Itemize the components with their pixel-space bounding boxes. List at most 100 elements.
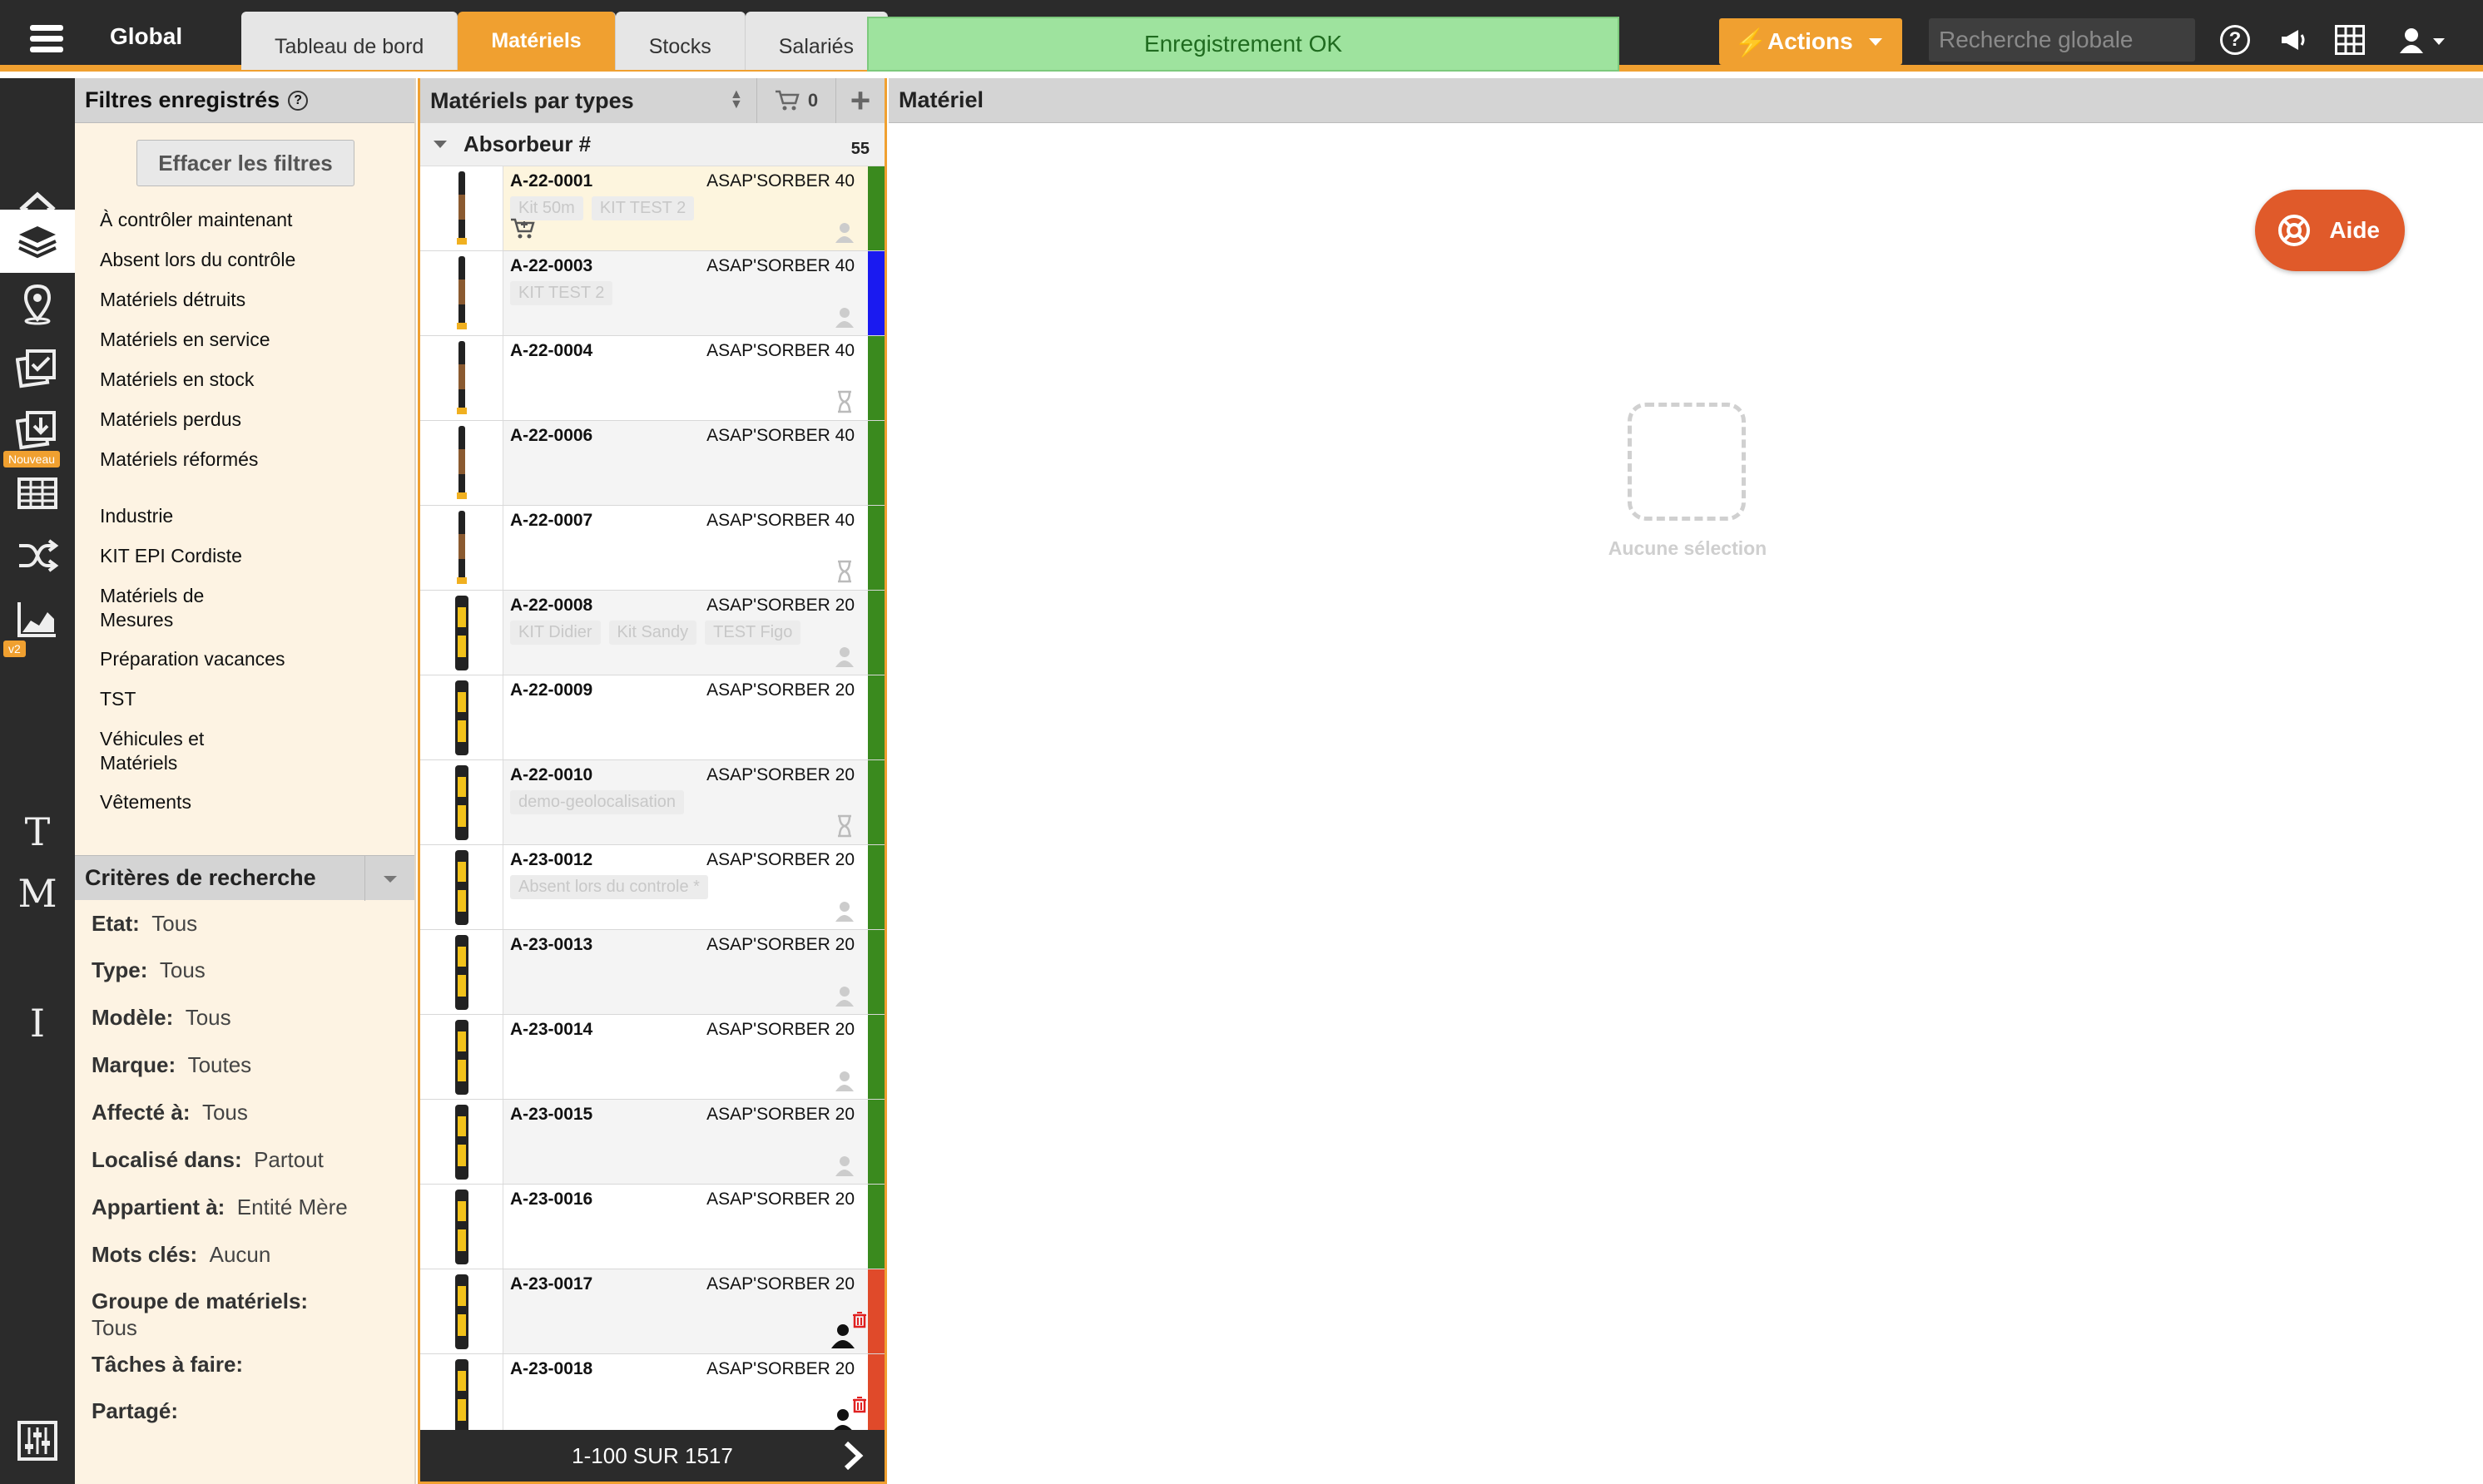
tab-stocks[interactable]: Stocks	[615, 12, 746, 70]
tag[interactable]: TEST Figo	[705, 621, 801, 645]
nav-letter-m[interactable]: M	[0, 862, 75, 925]
equipment-code: A-22-0003	[510, 256, 593, 275]
filter-link[interactable]: KIT EPI Cordiste	[100, 544, 242, 568]
hamburger-menu-icon[interactable]	[30, 25, 63, 53]
tag[interactable]: Kit Sandy	[608, 621, 697, 645]
nav-shuffle-icon[interactable]	[0, 524, 75, 587]
help-button[interactable]: Aide	[2255, 190, 2405, 271]
tag[interactable]: KIT TEST 2	[510, 281, 613, 305]
filter-link[interactable]: Vêtements	[100, 790, 191, 814]
filter-link[interactable]: Véhicules et Matériels	[100, 727, 266, 775]
search-criteria-header[interactable]: Critères de recherche	[75, 855, 414, 901]
criteria-label: Tâches à faire:	[92, 1352, 244, 1377]
table-row[interactable]: A-23-0013 ASAP'SORBER 20	[420, 930, 885, 1015]
nav-table-icon[interactable]	[0, 461, 75, 524]
criteria-item[interactable]: Partagé:	[92, 1397, 399, 1424]
equipment-code: A-22-0007	[510, 511, 593, 530]
criteria-item[interactable]: Affecté à: Tous	[92, 1099, 399, 1125]
chevron-down-icon[interactable]	[364, 856, 414, 901]
success-toast: Enregistrement OK	[867, 17, 1619, 72]
nav-checklist-icon[interactable]	[0, 336, 75, 399]
tag[interactable]: Kit 50m	[510, 196, 583, 220]
nav-letter-i[interactable]: I	[0, 992, 75, 1055]
table-row[interactable]: A-23-0012 ASAP'SORBER 20 Absent lors du co…	[420, 845, 885, 930]
collapse-triangle-icon[interactable]	[434, 141, 447, 148]
criteria-item[interactable]: Mots clés: Aucun	[92, 1241, 399, 1268]
filter-link[interactable]: Matériels réformés	[100, 448, 258, 472]
criteria-item[interactable]: Type: Tous	[92, 957, 399, 983]
table-row[interactable]: A-22-0004 ASAP'SORBER 40	[420, 336, 885, 421]
table-row[interactable]: A-22-0001 ASAP'SORBER 40 Kit 50m KIT TEST 2	[420, 166, 885, 251]
status-color-bar	[868, 1185, 885, 1269]
tag[interactable]: demo-geolocalisation	[510, 790, 685, 814]
filter-link[interactable]: Matériels perdus	[100, 408, 241, 432]
group-row[interactable]: Absorbeur # 55	[420, 123, 885, 166]
nav-letter-t[interactable]: T	[0, 800, 75, 863]
criteria-item[interactable]: Tâches à faire:	[92, 1351, 399, 1378]
criteria-item[interactable]: Modèle: Tous	[92, 1004, 399, 1031]
filter-link[interactable]: À contrôler maintenant	[100, 208, 292, 232]
table-row[interactable]: A-23-0017 ASAP'SORBER 20	[420, 1269, 885, 1354]
table-row[interactable]: A-22-0010 ASAP'SORBER 20 demo-geolocalisat…	[420, 760, 885, 845]
filter-link[interactable]: Matériels en service	[100, 328, 270, 352]
chevron-right-icon[interactable]	[841, 1442, 866, 1470]
user-icon[interactable]	[2396, 25, 2426, 55]
nav-layers-icon[interactable]	[0, 210, 75, 273]
filter-link[interactable]: Matériels détruits	[100, 288, 245, 312]
equipment-thumbnail	[420, 1015, 503, 1099]
criteria-label: Marque:	[92, 1052, 176, 1077]
tag[interactable]: KIT Didier	[510, 621, 601, 645]
table-row[interactable]: A-22-0008 ASAP'SORBER 20 KIT Didier Kit San…	[420, 591, 885, 675]
equipment-code: A-22-0004	[510, 341, 593, 360]
filter-link[interactable]: Préparation vacances	[100, 647, 285, 671]
status-color-bar	[868, 1354, 885, 1438]
cart-add-icon[interactable]	[510, 218, 535, 240]
equipment-code: A-22-0006	[510, 426, 593, 445]
status-color-bar	[868, 506, 885, 590]
equipment-thumbnail	[420, 1269, 503, 1353]
table-row[interactable]: A-22-0007 ASAP'SORBER 40	[420, 506, 885, 591]
equipment-code: A-22-0010	[510, 765, 593, 784]
table-row[interactable]: A-23-0018 ASAP'SORBER 20	[420, 1354, 885, 1439]
tab-tableau-de-bord[interactable]: Tableau de bord	[241, 12, 458, 70]
tag[interactable]: KIT TEST 2	[591, 196, 695, 220]
actions-button[interactable]: ⚡ Actions	[1719, 18, 1902, 65]
criteria-label: Affecté à:	[92, 1100, 191, 1125]
calculator-icon[interactable]	[2335, 25, 2365, 55]
table-row[interactable]: A-22-0003 ASAP'SORBER 40 KIT TEST 2	[420, 251, 885, 336]
criteria-item[interactable]: Appartient à: Entité Mère	[92, 1194, 399, 1220]
tab-materiels[interactable]: Matériels	[458, 12, 616, 70]
app-title: Global	[110, 23, 183, 49]
help-icon[interactable]: ?	[288, 90, 309, 111]
table-row[interactable]: A-23-0014 ASAP'SORBER 20	[420, 1015, 885, 1100]
table-row[interactable]: A-22-0006 ASAP'SORBER 40	[420, 421, 885, 506]
filter-link[interactable]: Industrie	[100, 504, 173, 528]
criteria-value: Partout	[254, 1147, 324, 1172]
add-button[interactable]: +	[836, 78, 885, 123]
table-row[interactable]: A-22-0009 ASAP'SORBER 20	[420, 675, 885, 760]
nav-settings-sliders-icon[interactable]	[0, 1409, 75, 1472]
filter-link[interactable]: Absent lors du contrôle	[100, 248, 295, 272]
help-icon[interactable]: ?	[2220, 25, 2250, 55]
criteria-label: Etat:	[92, 911, 140, 936]
tag[interactable]: Absent lors du controle *	[510, 875, 708, 899]
megaphone-icon[interactable]	[2278, 25, 2308, 55]
user-menu-chevron-icon[interactable]	[2433, 38, 2445, 45]
sort-icon[interactable]: ▲ ▼	[730, 88, 743, 111]
criteria-item[interactable]: Groupe de matériels: Tous	[92, 1288, 399, 1341]
clear-filters-button[interactable]: Effacer les filtres	[136, 140, 354, 186]
table-row[interactable]: A-23-0016 ASAP'SORBER 20	[420, 1185, 885, 1269]
filter-link[interactable]: TST	[100, 687, 136, 711]
table-row[interactable]: A-23-0015 ASAP'SORBER 20	[420, 1100, 885, 1185]
filter-link[interactable]: Matériels en stock	[100, 368, 254, 392]
criteria-item[interactable]: Etat: Tous	[92, 910, 399, 937]
filter-link[interactable]: Matériels de Mesures	[100, 584, 266, 632]
global-search-input[interactable]	[1929, 18, 2195, 62]
criteria-item[interactable]: Localisé dans: Partout	[92, 1146, 399, 1173]
cart-button[interactable]: 0	[756, 78, 836, 123]
equipment-thumbnail	[420, 336, 503, 420]
equipment-model: ASAP'SORBER 40	[706, 511, 855, 530]
criteria-item[interactable]: Marque: Toutes	[92, 1051, 399, 1078]
nav-map-pin-icon[interactable]	[0, 273, 75, 336]
criteria-value: Tous	[185, 1005, 231, 1030]
